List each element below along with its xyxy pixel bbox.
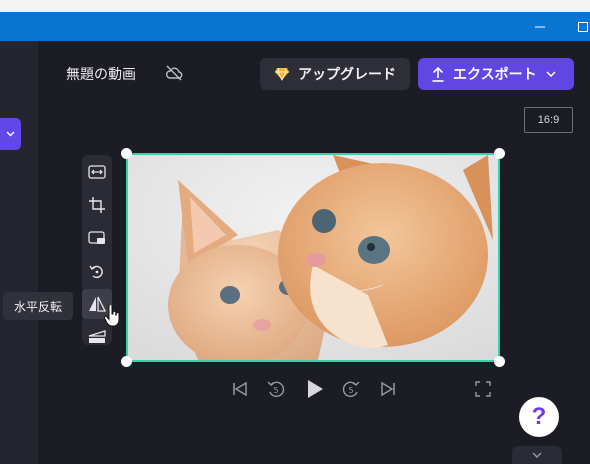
svg-text:5: 5	[273, 386, 278, 395]
left-sidebar	[0, 41, 38, 464]
timeline-toggle[interactable]	[512, 446, 562, 464]
export-label: エクスポート	[453, 66, 537, 82]
minimize-icon[interactable]	[525, 12, 555, 41]
kitten-photo	[128, 155, 498, 360]
resize-handle-bottom-left[interactable]	[121, 356, 132, 367]
skip-to-start-icon[interactable]	[229, 378, 251, 400]
forward-5-icon[interactable]: 5	[340, 378, 362, 400]
upgrade-button[interactable]: アップグレード	[260, 58, 410, 90]
hand-cursor-icon	[103, 304, 120, 332]
cloud-off-icon[interactable]	[165, 65, 183, 86]
svg-text:5: 5	[348, 386, 353, 395]
title-bar	[0, 12, 590, 41]
window-top-strip	[0, 0, 590, 12]
resize-handle-bottom-right[interactable]	[494, 356, 505, 367]
video-preview-canvas[interactable]	[126, 153, 500, 362]
rewind-5-icon[interactable]: 5	[265, 378, 287, 400]
maximize-icon[interactable]	[568, 12, 590, 41]
picture-in-picture-icon[interactable]	[82, 223, 112, 253]
help-button[interactable]: ?	[519, 397, 559, 437]
project-title[interactable]: 無題の動画	[66, 64, 136, 84]
resize-handle-top-left[interactable]	[121, 148, 132, 159]
flip-horizontal-tooltip: 水平反転	[3, 292, 73, 320]
fit-icon[interactable]	[82, 157, 112, 187]
upgrade-label: アップグレード	[298, 66, 396, 82]
crop-icon[interactable]	[82, 190, 112, 220]
export-button[interactable]: エクスポート	[418, 58, 574, 90]
resize-handle-top-right[interactable]	[494, 148, 505, 159]
play-icon[interactable]	[304, 378, 326, 400]
upload-icon	[432, 66, 444, 82]
chevron-down-icon	[532, 452, 542, 458]
sidebar-dropdown-button[interactable]	[0, 118, 21, 150]
chevron-down-icon	[546, 71, 556, 77]
gem-icon	[275, 67, 289, 81]
fullscreen-icon[interactable]	[472, 378, 494, 400]
skip-to-end-icon[interactable]	[377, 378, 399, 400]
aspect-ratio-button[interactable]: 16:9	[524, 107, 573, 133]
rotate-icon[interactable]	[82, 256, 112, 286]
chevron-down-icon	[6, 131, 15, 137]
